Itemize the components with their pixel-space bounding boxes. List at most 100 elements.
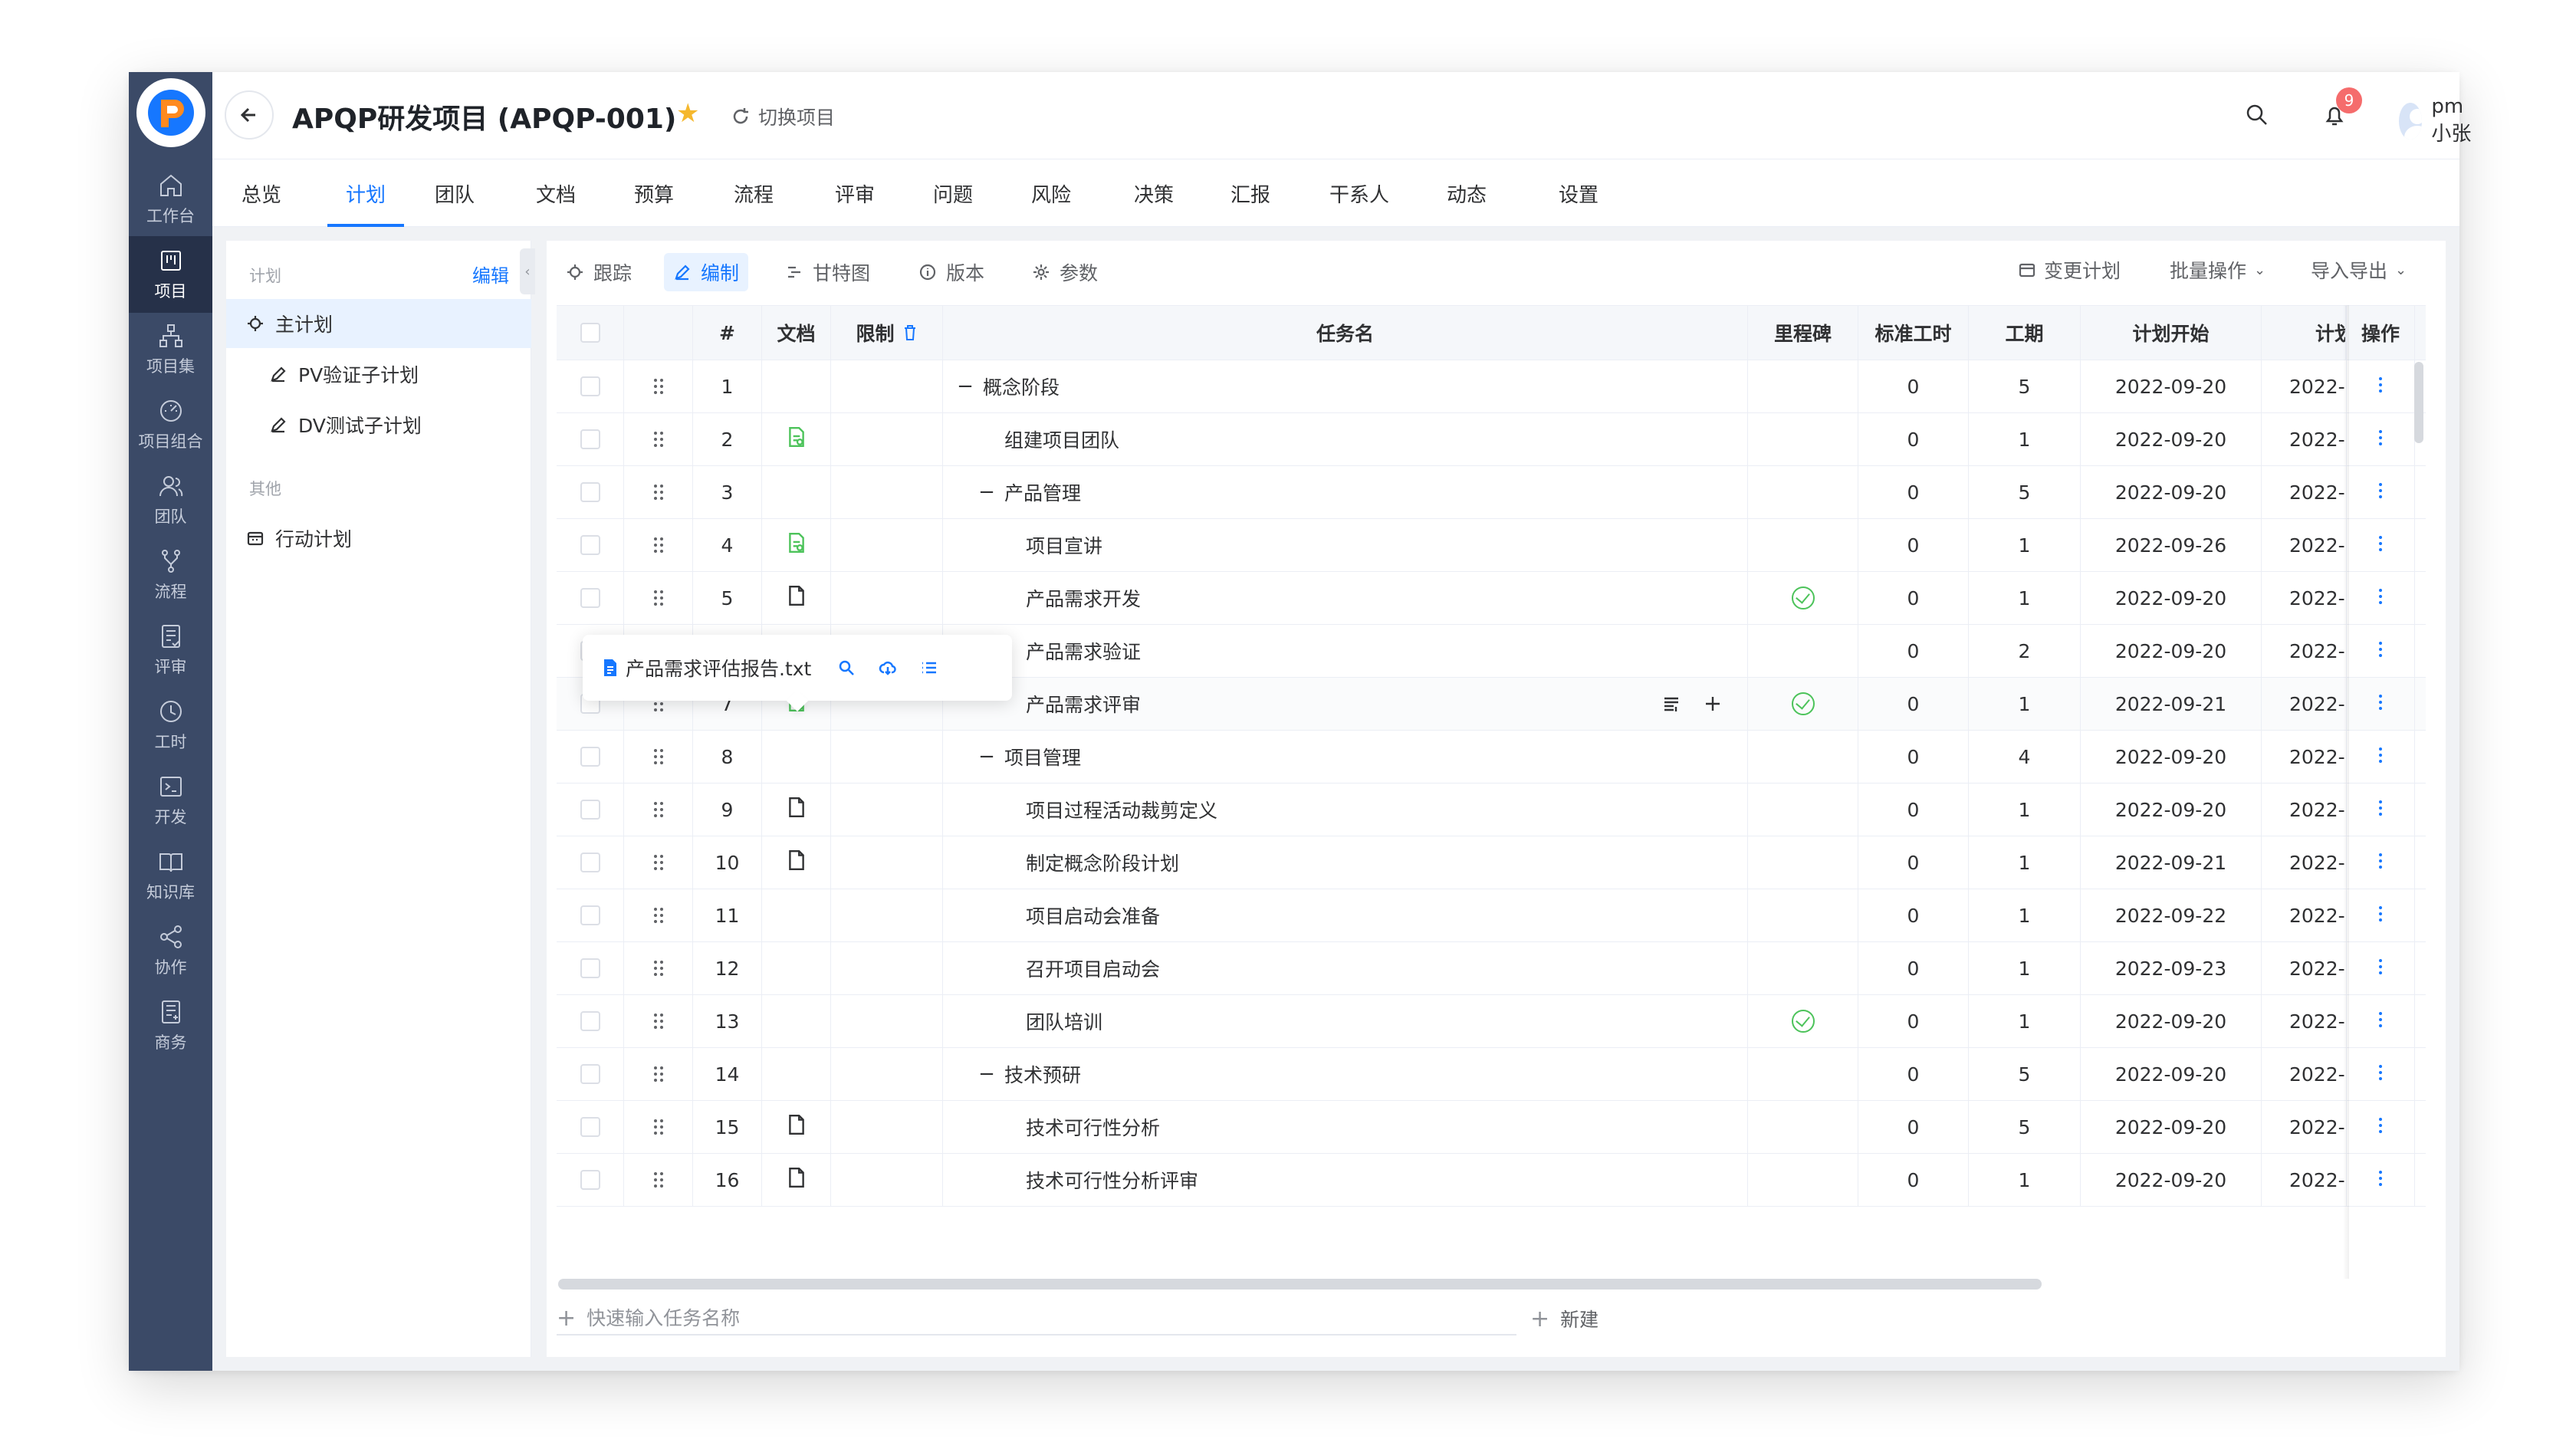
plan-item-action[interactable]: 行动计划 bbox=[226, 514, 531, 563]
table-row[interactable]: 15 技术可行性分析 0 5 2022-09-20 2022- bbox=[557, 1101, 2426, 1154]
drag-handle[interactable] bbox=[651, 905, 666, 925]
plan-item-main[interactable]: 主计划 bbox=[226, 299, 531, 348]
tab-0[interactable]: 总览 bbox=[234, 159, 289, 227]
drag-handle[interactable] bbox=[651, 800, 666, 820]
tab-9[interactable]: 决策 bbox=[1126, 159, 1181, 227]
task-name-text[interactable]: 产品需求验证 bbox=[1026, 637, 1141, 665]
rail-item-5[interactable]: 流程 bbox=[129, 537, 212, 613]
drag-handle[interactable] bbox=[651, 1011, 666, 1031]
task-name-text[interactable]: 产品管理 bbox=[1004, 478, 1081, 506]
doc-linked-button[interactable] bbox=[787, 426, 807, 452]
edit-plans-button[interactable]: 编辑 bbox=[472, 261, 509, 287]
gantt-button[interactable]: 甘特图 bbox=[776, 253, 879, 291]
tab-10[interactable]: 汇报 bbox=[1223, 159, 1278, 227]
drag-handle[interactable] bbox=[651, 588, 666, 608]
table-row[interactable]: 12 召开项目启动会 0 1 2022-09-23 2022- bbox=[557, 942, 2426, 995]
rail-item-11[interactable]: 商务 bbox=[129, 987, 212, 1064]
doc-linked-button[interactable] bbox=[787, 532, 807, 558]
task-name-text[interactable]: 组建项目团队 bbox=[1004, 425, 1119, 453]
header-search-button[interactable] bbox=[2243, 101, 2271, 129]
drag-handle[interactable] bbox=[651, 747, 666, 767]
import-export-dropdown[interactable]: 导入导出 ⌄ bbox=[2311, 256, 2407, 284]
back-button[interactable] bbox=[225, 90, 274, 140]
row-more-button[interactable] bbox=[2377, 1063, 2384, 1086]
row-checkbox[interactable] bbox=[580, 958, 600, 978]
rail-item-9[interactable]: 知识库 bbox=[129, 837, 212, 914]
task-name-text[interactable]: 技术可行性分析评审 bbox=[1026, 1166, 1198, 1194]
batch-ops-dropdown[interactable]: 批量操作 ⌄ bbox=[2170, 256, 2266, 284]
rail-item-1[interactable]: 项目 bbox=[129, 236, 212, 313]
drag-handle[interactable] bbox=[651, 429, 666, 449]
row-more-button[interactable] bbox=[2377, 1116, 2384, 1138]
drag-handle[interactable] bbox=[651, 1117, 666, 1137]
tab-12[interactable]: 动态 bbox=[1439, 159, 1494, 227]
drag-handle[interactable] bbox=[651, 1170, 666, 1190]
doc-file-button[interactable] bbox=[787, 585, 807, 611]
params-button[interactable]: 参数 bbox=[1023, 253, 1107, 291]
row-more-button[interactable] bbox=[2377, 429, 2384, 451]
tab-13[interactable]: 设置 bbox=[1551, 159, 1606, 227]
row-checkbox[interactable] bbox=[580, 1011, 600, 1031]
drag-handle[interactable] bbox=[651, 853, 666, 872]
col-limit[interactable]: 限制 bbox=[831, 306, 943, 360]
rail-item-7[interactable]: 工时 bbox=[129, 687, 212, 764]
table-row[interactable]: 4 项目宣讲 0 1 2022-09-26 2022- bbox=[557, 519, 2426, 572]
user-menu[interactable]: pm小张 bbox=[2399, 95, 2477, 146]
tab-1[interactable]: 计划 bbox=[327, 159, 404, 227]
row-checkbox[interactable] bbox=[580, 1064, 600, 1084]
table-row[interactable]: 16 技术可行性分析评审 0 1 2022-09-20 2022- bbox=[557, 1154, 2426, 1207]
table-row[interactable]: 10 制定概念阶段计划 0 1 2022-09-21 2022- bbox=[557, 836, 2426, 889]
row-more-button[interactable] bbox=[2377, 640, 2384, 662]
tab-6[interactable]: 评审 bbox=[827, 159, 882, 227]
quick-add-input[interactable] bbox=[586, 1306, 1431, 1329]
new-task-button[interactable]: + 新建 bbox=[1530, 1302, 1598, 1336]
task-name-text[interactable]: 召开项目启动会 bbox=[1026, 954, 1160, 982]
row-more-button[interactable] bbox=[2377, 481, 2384, 504]
row-checkbox[interactable] bbox=[580, 482, 600, 502]
table-row[interactable]: 8 − 项目管理 0 4 2022-09-20 2022- bbox=[557, 731, 2426, 784]
tab-3[interactable]: 文档 bbox=[528, 159, 583, 227]
collapse-toggle[interactable]: − bbox=[977, 481, 997, 504]
version-button[interactable]: 版本 bbox=[909, 253, 994, 291]
doc-file-button[interactable] bbox=[787, 849, 807, 876]
collapse-toggle[interactable]: − bbox=[977, 1063, 997, 1086]
rail-item-4[interactable]: 团队 bbox=[129, 462, 212, 538]
doc-file-button[interactable] bbox=[787, 1167, 807, 1193]
vertical-scrollbar[interactable] bbox=[2414, 362, 2423, 443]
row-checkbox[interactable] bbox=[580, 905, 600, 925]
row-more-button[interactable] bbox=[2377, 693, 2384, 715]
popover-file-name[interactable]: 产品需求评估报告.txt bbox=[626, 654, 811, 682]
task-name-text[interactable]: 技术预研 bbox=[1004, 1060, 1081, 1088]
row-checkbox[interactable] bbox=[580, 376, 600, 396]
task-name-text[interactable]: 产品需求开发 bbox=[1026, 584, 1141, 612]
row-checkbox[interactable] bbox=[580, 1117, 600, 1137]
download-button[interactable] bbox=[879, 659, 897, 677]
tab-4[interactable]: 预算 bbox=[626, 159, 682, 227]
row-checkbox[interactable] bbox=[580, 535, 600, 555]
table-row[interactable]: 13 团队培训 0 1 2022-09-20 2022- bbox=[557, 995, 2426, 1048]
tab-7[interactable]: 问题 bbox=[925, 159, 981, 227]
change-plan-button[interactable]: 变更计划 bbox=[2018, 256, 2121, 284]
preview-button[interactable] bbox=[837, 659, 856, 677]
task-name-text[interactable]: 项目管理 bbox=[1004, 743, 1081, 770]
row-more-button[interactable] bbox=[2377, 958, 2384, 980]
row-more-button[interactable] bbox=[2377, 534, 2384, 557]
row-more-button[interactable] bbox=[2377, 1010, 2384, 1033]
drag-handle[interactable] bbox=[651, 958, 666, 978]
tab-5[interactable]: 流程 bbox=[726, 159, 781, 227]
track-button[interactable]: 跟踪 bbox=[557, 253, 641, 291]
table-row[interactable]: 11 项目启动会准备 0 1 2022-09-22 2022- bbox=[557, 889, 2426, 942]
task-name-text[interactable]: 项目过程活动裁剪定义 bbox=[1026, 796, 1217, 823]
list-button[interactable] bbox=[920, 659, 938, 677]
row-more-button[interactable] bbox=[2377, 587, 2384, 609]
drag-handle[interactable] bbox=[651, 535, 666, 555]
task-name-text[interactable]: 产品需求评审 bbox=[1026, 690, 1141, 718]
tab-8[interactable]: 风险 bbox=[1024, 159, 1079, 227]
horizontal-scrollbar[interactable] bbox=[558, 1279, 2042, 1290]
row-checkbox[interactable] bbox=[580, 853, 600, 872]
table-row[interactable]: 14 − 技术预研 0 5 2022-09-20 2022- bbox=[557, 1048, 2426, 1101]
task-name-text[interactable]: 团队培训 bbox=[1026, 1007, 1102, 1035]
table-row[interactable]: 9 项目过程活动裁剪定义 0 1 2022-09-20 2022- bbox=[557, 784, 2426, 836]
star-icon[interactable]: ★ bbox=[676, 98, 699, 129]
row-checkbox[interactable] bbox=[580, 429, 600, 449]
